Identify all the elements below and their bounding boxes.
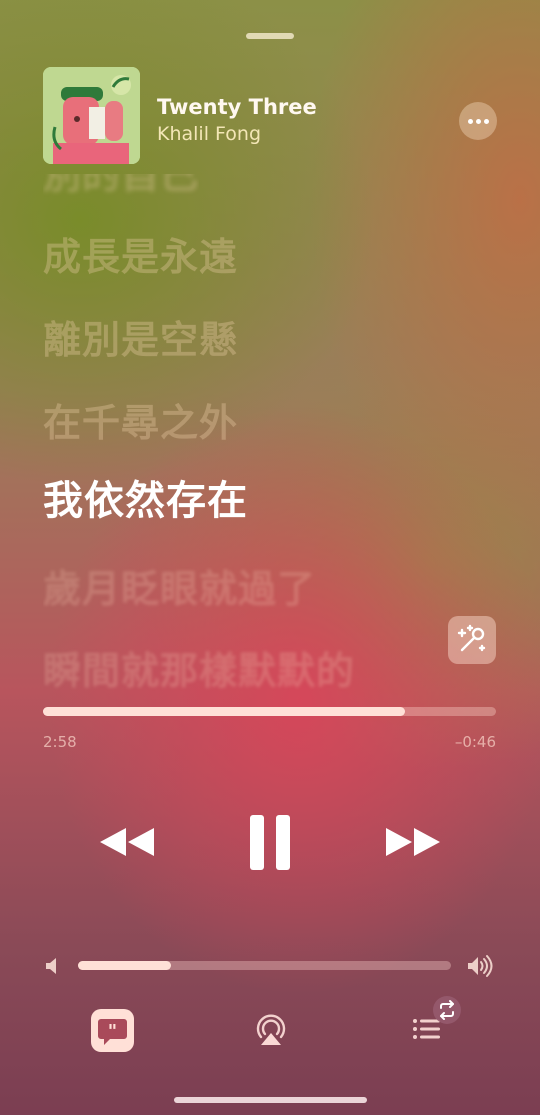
speaker-high-icon <box>466 954 494 978</box>
rewind-icon <box>100 828 154 856</box>
lyric-line[interactable]: 別的自己 <box>43 174 199 199</box>
fast-forward-icon <box>386 828 440 856</box>
lyric-line[interactable]: 離別是空懸 <box>43 309 238 364</box>
fast-forward-button[interactable] <box>384 822 442 862</box>
lyrics-button[interactable]: " <box>91 1009 134 1052</box>
speaker-low-icon <box>44 956 62 976</box>
magic-microphone-icon <box>457 624 486 652</box>
airplay-button[interactable] <box>255 1013 287 1047</box>
track-title: Twenty Three <box>157 95 317 119</box>
lyrics-quote-icon: " <box>98 1019 127 1045</box>
lyric-line-current[interactable]: 我依然存在 <box>43 468 248 526</box>
volume-fill <box>78 961 172 970</box>
rewind-button[interactable] <box>98 822 156 862</box>
lyric-line[interactable]: 瞬間就那樣默默的 <box>43 640 355 695</box>
sheet-grabber[interactable] <box>246 33 294 39</box>
pause-icon <box>250 815 290 870</box>
lyrics-sing-button[interactable] <box>448 616 496 664</box>
svg-text:": " <box>108 1021 117 1042</box>
elapsed-time: 2:58 <box>43 733 77 751</box>
lyric-line[interactable]: 歲月眨眼就過了 <box>43 558 316 613</box>
ellipsis-icon <box>468 119 473 124</box>
playback-progress-bar[interactable] <box>43 707 496 716</box>
airplay-icon <box>256 1014 286 1045</box>
pause-button[interactable] <box>248 815 292 870</box>
lyric-line[interactable]: 在千尋之外 <box>43 392 238 447</box>
lyrics-view[interactable]: 別的自己 成長是永遠 離別是空懸 在千尋之外 我依然存在 歲月眨眼就過了 瞬間就… <box>43 140 503 700</box>
lyric-line[interactable]: 成長是永遠 <box>43 226 238 281</box>
home-indicator[interactable] <box>174 1097 367 1103</box>
remaining-time: –0:46 <box>454 733 496 751</box>
more-options-button[interactable] <box>459 102 497 140</box>
progress-fill <box>43 707 406 716</box>
repeat-icon <box>440 1000 454 1020</box>
repeat-badge[interactable] <box>433 996 461 1024</box>
volume-slider[interactable] <box>78 961 451 970</box>
